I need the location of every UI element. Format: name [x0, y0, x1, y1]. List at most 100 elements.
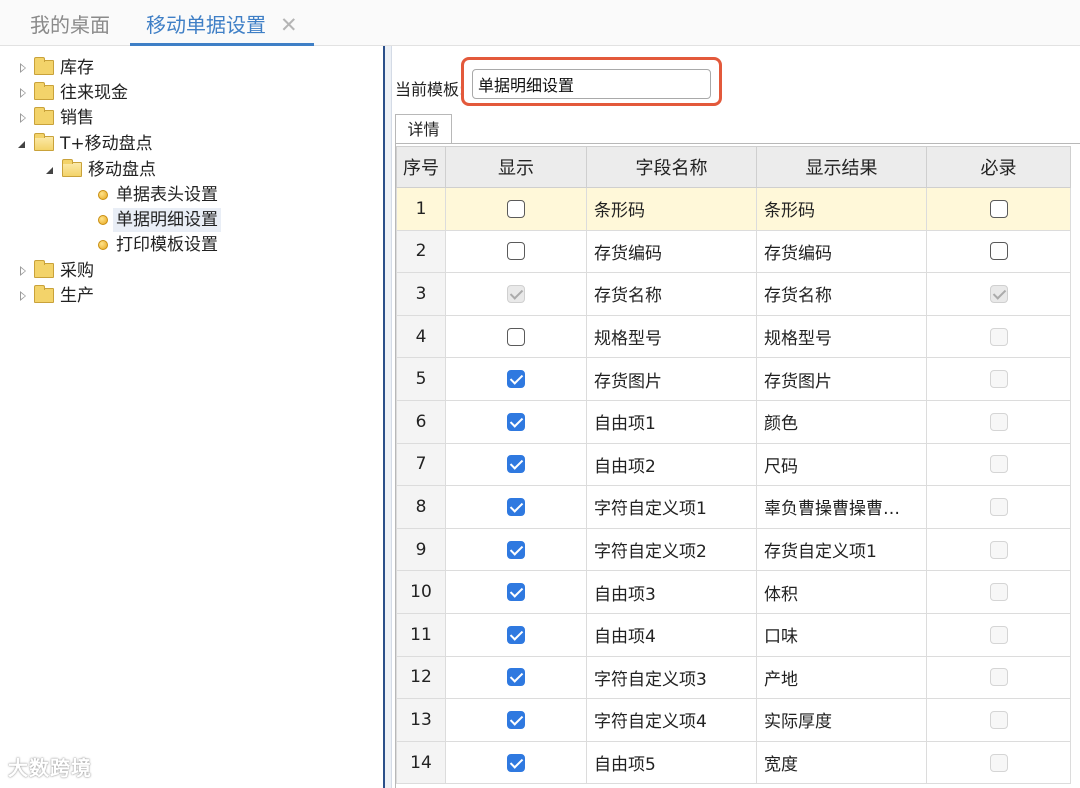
- expand-arrow-icon[interactable]: [20, 113, 26, 123]
- panel-splitter[interactable]: [383, 46, 392, 788]
- field-name-cell[interactable]: 字符自定义项2: [586, 527, 757, 572]
- tree-node-label: 移动盘点: [88, 160, 156, 180]
- tab-details[interactable]: 详情: [395, 114, 452, 144]
- field-name-cell[interactable]: 字符自定义项1: [586, 485, 757, 529]
- column-header-show[interactable]: 显示: [445, 146, 587, 188]
- required-checkbox[interactable]: [989, 199, 1008, 218]
- collapse-arrow-icon[interactable]: [18, 141, 25, 148]
- display-result-cell[interactable]: 规格型号: [756, 314, 927, 359]
- tree-node-purchase[interactable]: 采购: [0, 259, 300, 283]
- field-name-cell[interactable]: 自由项2: [586, 442, 757, 487]
- table-row[interactable]: 1 条形码 条形码: [396, 187, 1071, 231]
- display-result-cell[interactable]: 体积: [756, 570, 927, 614]
- display-result-cell[interactable]: 存货图片: [756, 357, 927, 401]
- display-result-cell[interactable]: 宽度: [756, 740, 927, 785]
- current-template-input[interactable]: [472, 69, 711, 99]
- tree-leaf-detail-settings[interactable]: 单据明细设置: [0, 208, 300, 232]
- close-icon[interactable]: ✕: [280, 0, 298, 50]
- field-name-cell[interactable]: 条形码: [586, 187, 757, 231]
- field-name-cell[interactable]: 自由项1: [586, 399, 757, 444]
- field-name-cell[interactable]: 字符自定义项4: [586, 698, 757, 742]
- tree-node-mobile-count-sub[interactable]: 移动盘点: [0, 158, 300, 182]
- leaf-dot-icon: [98, 240, 108, 250]
- required-checkbox: [989, 412, 1008, 431]
- field-name-cell[interactable]: 存货图片: [586, 357, 757, 401]
- field-name-cell[interactable]: 存货名称: [586, 272, 757, 316]
- field-name-cell[interactable]: 自由项4: [586, 612, 757, 657]
- field-name-cell[interactable]: 字符自定义项3: [586, 655, 757, 700]
- display-result-cell[interactable]: 尺码: [756, 442, 927, 487]
- tree-node-mobile-count[interactable]: T+移动盘点: [0, 132, 300, 156]
- display-result-cell[interactable]: 存货自定义项1: [756, 527, 927, 572]
- table-row[interactable]: 3 存货名称 存货名称: [396, 272, 1071, 316]
- show-checkbox[interactable]: [507, 710, 525, 729]
- expand-arrow-icon[interactable]: [20, 291, 26, 301]
- show-checkbox[interactable]: [507, 497, 525, 516]
- table-row[interactable]: 14 自由项5 宽度: [396, 740, 1071, 785]
- display-result-cell[interactable]: 实际厚度: [756, 698, 927, 742]
- show-checkbox[interactable]: [507, 540, 525, 559]
- display-result-cell[interactable]: 辜负曹操曹操曹…: [756, 485, 927, 529]
- show-checkbox[interactable]: [507, 242, 525, 261]
- table-row[interactable]: 8 字符自定义项1 辜负曹操曹操曹…: [396, 485, 1071, 529]
- tree-node-inventory[interactable]: 库存: [0, 56, 300, 80]
- required-checkbox[interactable]: [989, 242, 1008, 261]
- field-name-cell[interactable]: 自由项5: [586, 740, 757, 785]
- show-checkbox[interactable]: [507, 583, 525, 602]
- open-folder-icon: [34, 133, 54, 151]
- tree-leaf-header-settings[interactable]: 单据表头设置: [0, 183, 300, 207]
- tree-node-sales[interactable]: 销售: [0, 106, 300, 130]
- display-result-cell[interactable]: 产地: [756, 655, 927, 700]
- show-checkbox[interactable]: [507, 625, 525, 644]
- table-row[interactable]: 6 自由项1 颜色: [396, 399, 1071, 444]
- expand-arrow-icon[interactable]: [20, 63, 26, 73]
- display-result-cell[interactable]: 存货名称: [756, 272, 927, 316]
- table-row[interactable]: 12 字符自定义项3 产地: [396, 655, 1071, 700]
- display-result-cell[interactable]: 存货编码: [756, 229, 927, 274]
- show-checkbox[interactable]: [507, 327, 525, 346]
- table-row[interactable]: 10 自由项3 体积: [396, 570, 1071, 614]
- folder-icon: [34, 82, 54, 100]
- expand-arrow-icon[interactable]: [20, 266, 26, 276]
- table-row[interactable]: 11 自由项4 口味: [396, 612, 1071, 657]
- show-checkbox[interactable]: [507, 455, 525, 474]
- field-name-cell[interactable]: 自由项3: [586, 570, 757, 614]
- navigation-tree: 库存 往来现金 销售 T+移动盘点 移动盘点 单据表头设置 单据明细设置 打印模…: [0, 46, 383, 788]
- show-cell: [445, 570, 587, 614]
- column-header-field[interactable]: 字段名称: [586, 146, 757, 188]
- show-checkbox[interactable]: [507, 370, 525, 389]
- table-row[interactable]: 5 存货图片 存货图片: [396, 357, 1071, 401]
- show-checkbox[interactable]: [507, 412, 525, 431]
- collapse-arrow-icon[interactable]: [46, 167, 53, 174]
- show-checkbox[interactable]: [507, 199, 525, 218]
- table-row[interactable]: 9 字符自定义项2 存货自定义项1: [396, 527, 1071, 572]
- tree-node-cash[interactable]: 往来现金: [0, 81, 300, 105]
- display-result-cell[interactable]: 颜色: [756, 399, 927, 444]
- table-row[interactable]: 7 自由项2 尺码: [396, 442, 1071, 487]
- row-number: 7: [396, 442, 446, 487]
- tree-node-production[interactable]: 生产: [0, 284, 300, 308]
- tree-leaf-print-settings[interactable]: 打印模板设置: [0, 233, 300, 257]
- tree-node-label: 打印模板设置: [116, 235, 218, 255]
- field-name-cell[interactable]: 存货编码: [586, 229, 757, 274]
- display-result-cell[interactable]: 条形码: [756, 187, 927, 231]
- show-cell: [445, 740, 587, 785]
- open-folder-icon: [62, 159, 82, 177]
- table-row[interactable]: 2 存货编码 存货编码: [396, 229, 1071, 274]
- expand-arrow-icon[interactable]: [20, 88, 26, 98]
- table-row[interactable]: 13 字符自定义项4 实际厚度: [396, 698, 1071, 742]
- tree-node-label: 单据表头设置: [116, 185, 218, 205]
- tab-my-desktop[interactable]: 我的桌面: [30, 0, 110, 46]
- column-header-required[interactable]: 必录: [926, 146, 1071, 188]
- tree-node-label: 采购: [60, 261, 94, 281]
- show-checkbox[interactable]: [507, 668, 525, 687]
- field-name-cell[interactable]: 规格型号: [586, 314, 757, 359]
- required-checkbox: [989, 370, 1008, 389]
- column-header-result[interactable]: 显示结果: [756, 146, 927, 188]
- show-checkbox[interactable]: [507, 753, 525, 772]
- show-cell: [445, 485, 587, 529]
- display-result-cell[interactable]: 口味: [756, 612, 927, 657]
- table-row[interactable]: 4 规格型号 规格型号: [396, 314, 1071, 359]
- tab-bar: 我的桌面 移动单据设置 ✕: [0, 0, 1080, 46]
- tree-node-label: 销售: [60, 108, 94, 128]
